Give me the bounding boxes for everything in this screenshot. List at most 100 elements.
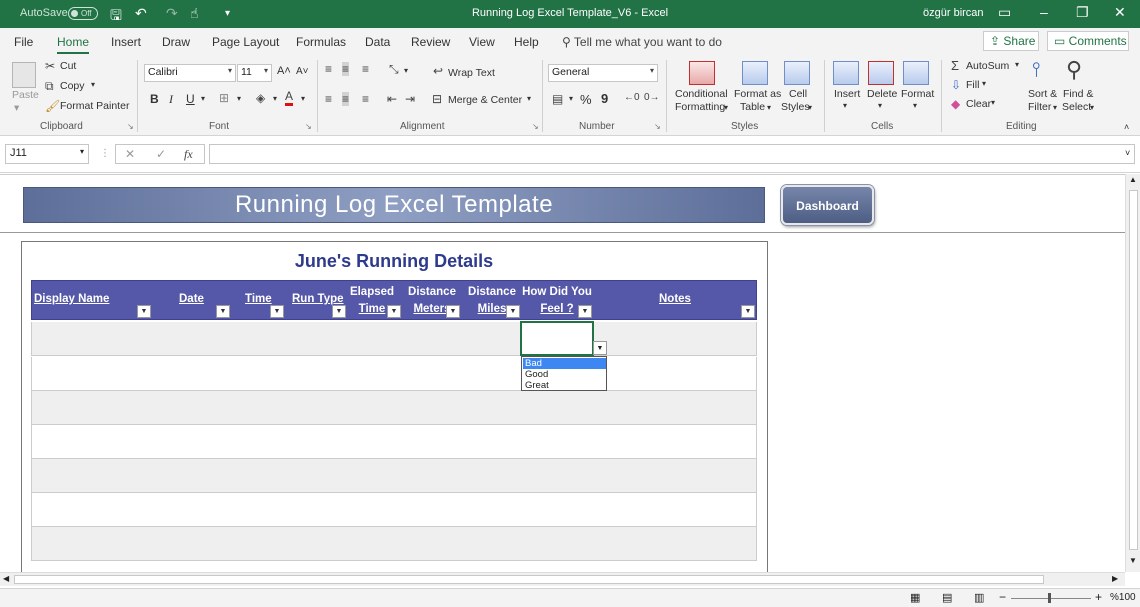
vertical-scroll-thumb[interactable] [1129,190,1138,550]
align-middle-icon[interactable]: ≡ [342,62,350,76]
tab-help[interactable]: Help [514,35,539,49]
header-notes[interactable]: Notes [659,293,691,305]
align-center-icon[interactable]: ≡ [342,92,350,106]
cell-dropdown-button[interactable]: ▼ [593,341,607,355]
comma-style-button[interactable]: 9 [601,91,608,106]
header-run-type[interactable]: Run Type [292,293,344,305]
conditional-label[interactable]: Conditional [675,88,728,100]
zoom-slider-thumb[interactable] [1048,593,1051,603]
paste-dropdown-icon[interactable]: ▾ [14,102,19,114]
header-time[interactable]: Time [245,293,272,305]
normal-view-icon[interactable]: ▦ [910,591,920,604]
decrease-font-icon[interactable]: A˅ [296,66,309,77]
conditional-formatting-icon[interactable] [689,61,715,85]
tab-data[interactable]: Data [365,35,390,49]
tab-page-layout[interactable]: Page Layout [212,35,279,49]
zoom-in-icon[interactable]: + [1095,590,1102,604]
worksheet[interactable]: Running Log Excel Template Dashboard Jun… [0,174,1125,572]
filter-date-icon[interactable]: ▼ [216,305,230,318]
cell-styles-icon[interactable] [784,61,810,85]
page-layout-view-icon[interactable]: ▤ [942,591,952,604]
find-select-label-1[interactable]: Find & [1063,88,1093,100]
increase-font-icon[interactable]: A˄ [277,65,291,77]
fill-dropdown-icon[interactable]: ▾ [982,79,986,88]
font-size-select[interactable]: 11 ▾ [237,64,272,82]
format-cells-button[interactable]: Format [901,88,934,100]
page-break-view-icon[interactable]: ▥ [974,591,984,604]
dropdown-option-bad[interactable]: Bad [523,358,606,369]
copy-icon[interactable]: ⧉ [45,79,54,94]
scroll-right-icon[interactable]: ▶ [1112,574,1118,583]
font-name-select[interactable]: Calibri ▾ [144,64,236,82]
dropdown-option-good[interactable]: Good [523,369,606,380]
autosum-icon[interactable]: Σ [951,58,959,73]
zoom-slider[interactable] [1011,598,1091,599]
scroll-left-icon[interactable]: ◀ [3,574,9,583]
align-top-icon[interactable]: ≡ [325,62,332,76]
dropdown-option-great[interactable]: Great [523,380,606,391]
orientation-dropdown-icon[interactable]: ▾ [404,66,408,75]
merge-center-button[interactable]: Merge & Center [448,94,522,106]
filter-run-type-icon[interactable]: ▼ [332,305,346,318]
clear-button[interactable]: Clear [966,98,991,110]
ribbon-display-icon[interactable]: ▭ [998,4,1011,21]
close-icon[interactable]: ✕ [1114,4,1126,21]
styles-label[interactable]: Styles [781,101,810,113]
table-row[interactable] [31,425,757,459]
alignment-launcher-icon[interactable]: ↘ [532,122,539,131]
dashboard-button[interactable]: Dashboard [781,185,874,225]
paste-icon[interactable] [12,62,36,88]
table-row[interactable] [31,322,757,356]
merge-dropdown-icon[interactable]: ▾ [527,94,531,103]
filter-display-name-icon[interactable]: ▼ [137,305,151,318]
copy-dropdown-icon[interactable]: ▾ [91,80,95,89]
format-dropdown-icon[interactable]: ▾ [913,101,917,110]
filter-elapsed-time-icon[interactable]: ▼ [387,305,401,318]
insert-cells-button[interactable]: Insert [834,88,860,100]
filter-distance-meters-icon[interactable]: ▼ [446,305,460,318]
enter-icon[interactable]: ✓ [156,147,166,161]
format-painter-button[interactable]: Format Painter [60,100,129,112]
tell-me-search[interactable]: ⚲ Tell me what you want to do [562,35,722,49]
font-color-dropdown-icon[interactable]: ▾ [301,94,305,103]
format-painter-icon[interactable]: 🖌 [45,99,60,113]
cell-styles-dropdown-icon[interactable]: ▾ [808,103,812,112]
tab-home[interactable]: Home [57,35,90,54]
cut-button[interactable]: Cut [60,60,76,72]
underline-button[interactable]: U [186,92,195,106]
sort-filter-label-2[interactable]: Filter [1028,101,1051,113]
zoom-out-icon[interactable]: − [999,590,1006,604]
merge-center-icon[interactable]: ⊟ [432,92,442,106]
horizontal-scroll-thumb[interactable] [14,575,1044,584]
tab-draw[interactable]: Draw [162,35,190,49]
filter-distance-miles-icon[interactable]: ▼ [506,305,520,318]
cut-icon[interactable]: ✂ [45,59,55,73]
align-right-icon[interactable]: ≡ [362,92,369,106]
header-date[interactable]: Date [179,293,204,305]
orientation-icon[interactable]: ⤡ [389,62,399,77]
sort-filter-icon[interactable]: ⫯ [1032,59,1041,82]
tab-review[interactable]: Review [411,35,450,49]
autosum-dropdown-icon[interactable]: ▾ [1015,60,1019,69]
number-launcher-icon[interactable]: ↘ [654,122,661,131]
name-box[interactable]: J11 ▾ [5,144,89,164]
fill-button[interactable]: Fill [966,79,979,91]
cell-label[interactable]: Cell [789,88,807,100]
filter-notes-icon[interactable]: ▼ [741,305,755,318]
decrease-decimal-icon[interactable]: 0→ [644,92,660,103]
italic-button[interactable]: I [169,92,173,107]
sort-dropdown-icon[interactable]: ▾ [1053,103,1057,112]
font-launcher-icon[interactable]: ↘ [305,122,312,131]
borders-icon[interactable]: ⊞ [219,91,229,105]
comments-button[interactable]: ▭ Comments [1047,31,1129,51]
percent-button[interactable]: % [580,92,592,107]
bold-button[interactable]: B [150,92,159,106]
find-select-label-2[interactable]: Select [1062,101,1091,113]
table-row[interactable] [31,459,757,493]
fill-color-icon[interactable]: ◈ [256,91,265,105]
header-display-name[interactable]: Display Name [34,293,109,305]
filter-feel-icon[interactable]: ▼ [578,305,592,318]
format-cells-icon[interactable] [903,61,929,85]
vertical-scrollbar[interactable]: ▲ ▼ [1125,174,1140,572]
wrap-text-icon[interactable]: ↩ [433,64,443,78]
